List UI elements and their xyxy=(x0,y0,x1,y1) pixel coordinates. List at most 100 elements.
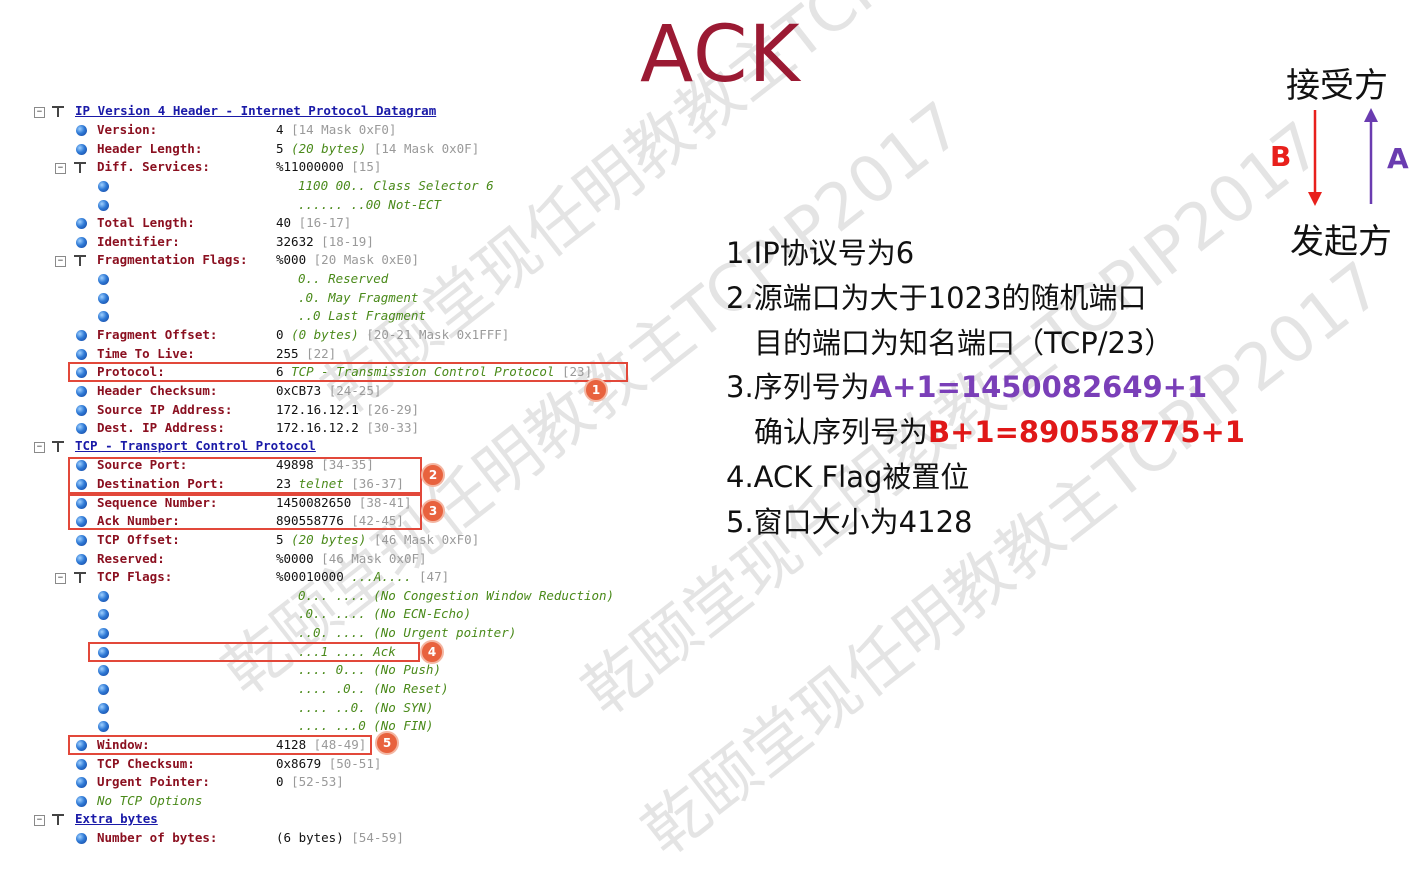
tree-branch-icon xyxy=(52,814,64,825)
initiator-label: 发起方 xyxy=(1290,222,1392,262)
packet-decode-tree: − IP Version 4 Header - Internet Protoco… xyxy=(0,0,660,880)
field-value: 0 xyxy=(276,327,284,342)
note-line-5: 5.窗口大小为4128 xyxy=(726,505,973,539)
field-value: 0x8679 xyxy=(276,756,322,771)
field-offset: [30-33] xyxy=(366,420,420,435)
field-label: Diff. Services: xyxy=(97,159,210,174)
field-value: 4 xyxy=(276,122,284,137)
field-bullet-icon xyxy=(76,349,87,360)
marker-2: 2 xyxy=(421,463,445,487)
field-label: TCP Flags: xyxy=(97,569,173,584)
bit-detail: ...... ..00 Not-ECT xyxy=(298,197,441,212)
note-line-2b: 目的端口为知名端口（TCP/23） xyxy=(754,326,1174,360)
field-bullet-icon xyxy=(76,759,87,770)
field-label: Number of bytes: xyxy=(97,830,218,845)
protocol-highlight xyxy=(68,362,628,382)
field-offset: [46 Mask 0xF0] xyxy=(373,532,480,547)
field-label: Version: xyxy=(97,122,158,137)
field-offset: [14 Mask 0xF0] xyxy=(291,122,397,137)
bit-detail: 0.. Reserved xyxy=(298,271,389,286)
field-label: Identifier: xyxy=(97,234,180,249)
field-offset: [47] xyxy=(419,569,450,584)
field-offset: [54-59] xyxy=(351,830,404,845)
field-label: Urgent Pointer: xyxy=(97,774,210,789)
field-value: 0 xyxy=(276,774,284,789)
note-seq-value: A+1=1450082649+1 xyxy=(869,370,1208,404)
field-label: Header Checksum: xyxy=(97,383,218,398)
field-value: 40 xyxy=(276,215,292,230)
field-bullet-icon xyxy=(76,144,87,155)
bit-detail: ..0 Last Fragment xyxy=(298,308,426,323)
field-bullet-icon xyxy=(76,405,87,416)
field-offset: [15] xyxy=(351,159,382,174)
seq-ack-highlight xyxy=(68,494,422,530)
field-bullet-icon xyxy=(98,200,109,211)
bit-detail: .0. May Fragment xyxy=(298,290,419,305)
field-label: Fragment Offset: xyxy=(97,327,218,342)
field-value: (6 bytes) xyxy=(276,830,344,845)
field-bullet-icon xyxy=(76,386,87,397)
field-value: 5 xyxy=(276,141,284,156)
field-bullet-icon xyxy=(76,535,87,546)
field-offset: [20 Mask 0xE0] xyxy=(313,252,419,267)
note-line-4: 4.ACK Flag被置位 xyxy=(726,460,970,494)
ip-header-title[interactable]: IP Version 4 Header - Internet Protocol … xyxy=(75,102,436,120)
field-bullet-icon xyxy=(98,703,109,714)
field-note: (20 bytes) xyxy=(291,532,367,547)
field-bullet-icon xyxy=(76,423,87,434)
collapse-toggle[interactable]: − xyxy=(34,442,45,453)
bit-detail: .... ...0 (No FIN) xyxy=(298,718,434,733)
field-offset: [16-17] xyxy=(298,215,352,230)
field-label: Source IP Address: xyxy=(97,402,233,417)
note-line-3b-prefix: 确认序列号为 xyxy=(754,415,929,449)
a-label: A xyxy=(1387,142,1409,175)
field-label: TCP Checksum: xyxy=(97,756,195,771)
note-line-1: 1.IP协议号为6 xyxy=(726,236,915,270)
field-value: %11000000 xyxy=(276,159,344,174)
tcp-header-title[interactable]: TCP - Transport Control Protocol xyxy=(75,437,316,455)
bit-detail: .... 0... (No Push) xyxy=(298,662,441,677)
field-bullet-icon xyxy=(98,311,109,322)
marker-4: 4 xyxy=(420,640,444,664)
note-ack-value: B+1=890558775+1 xyxy=(928,415,1245,449)
marker-3: 3 xyxy=(421,499,445,523)
field-offset: [14 Mask 0x0F] xyxy=(373,141,480,156)
ack-flag-highlight xyxy=(88,642,420,662)
field-label: Reserved: xyxy=(97,551,165,566)
bit-detail: 0... .... (No Congestion Window Reductio… xyxy=(298,588,615,603)
field-value: 172.16.12.1 xyxy=(276,402,359,417)
window-highlight xyxy=(68,735,372,755)
field-label: Dest. IP Address: xyxy=(97,420,225,435)
field-bullet-icon xyxy=(98,181,109,192)
bit-detail: .... .0.. (No Reset) xyxy=(298,681,449,696)
extra-bytes-title[interactable]: Extra bytes xyxy=(75,810,158,828)
field-bullet-icon xyxy=(76,554,87,565)
collapse-toggle[interactable]: − xyxy=(34,107,45,118)
collapse-toggle[interactable]: − xyxy=(34,815,45,826)
field-value: 5 xyxy=(276,532,284,547)
field-bullet-icon xyxy=(98,591,109,602)
field-bullet-icon xyxy=(76,796,87,807)
field-bullet-icon xyxy=(76,125,87,136)
field-label: Time To Live: xyxy=(97,346,195,361)
tree-branch-icon xyxy=(52,106,64,117)
field-bullet-icon xyxy=(98,665,109,676)
field-value: 255 xyxy=(276,346,299,361)
marker-5: 5 xyxy=(375,731,399,755)
note-line-3b: 确认序列号为B+1=890558775+1 xyxy=(754,409,1245,451)
field-value: %0000 xyxy=(276,551,314,566)
field-note: (0 bytes) xyxy=(291,327,359,342)
field-label: Fragmentation Flags: xyxy=(97,252,248,267)
field-bullet-icon xyxy=(98,274,109,285)
field-offset: [18-19] xyxy=(321,234,374,249)
field-offset: [50-51] xyxy=(328,756,382,771)
note-line-3: 3.序列号为A+1=1450082649+1 xyxy=(726,364,1207,406)
field-bullet-icon xyxy=(76,777,87,788)
bit-detail: .... ..0. (No SYN) xyxy=(298,700,434,715)
field-label: TCP Offset: xyxy=(97,532,180,547)
marker-1: 1 xyxy=(584,378,608,402)
field-offset: [22] xyxy=(306,346,337,361)
bit-detail: 1100 00.. Class Selector 6 xyxy=(298,178,494,193)
field-note: ...A.... xyxy=(351,569,412,584)
b-label: B xyxy=(1270,140,1292,173)
